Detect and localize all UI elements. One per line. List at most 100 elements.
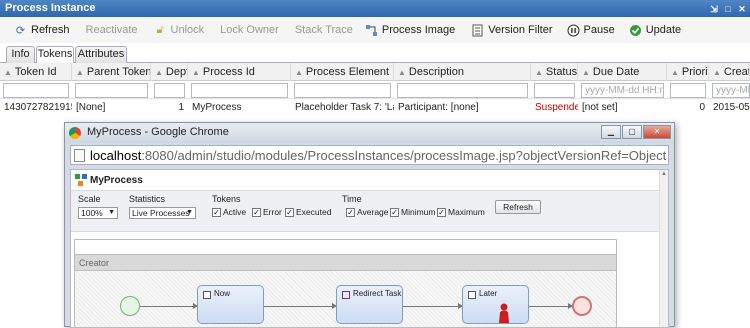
filter-created[interactable]: yyyy-MM-dd xyxy=(712,83,750,98)
filter-process-id[interactable] xyxy=(191,83,288,98)
cell-created: 2015-05-0 xyxy=(713,102,750,113)
tab-info[interactable]: Info xyxy=(6,46,35,63)
filter-status[interactable] xyxy=(534,83,575,98)
sort-icon: ▲ xyxy=(155,68,163,77)
tokens-label: Tokens xyxy=(212,194,241,204)
task-redirect[interactable]: Redirect Task xyxy=(336,285,403,324)
table-row[interactable]: 1430727821915 [None] 1 MyProcess Placeho… xyxy=(0,99,750,116)
sort-icon: ▲ xyxy=(582,68,590,77)
sort-icon: ▲ xyxy=(192,68,200,77)
column-header-token-id[interactable]: ▲ Token Id xyxy=(0,63,72,81)
popup-title-bar[interactable]: MyProcess - Google Chrome ▁ ▢ ✕ xyxy=(65,123,674,143)
chrome-icon xyxy=(69,127,81,139)
checkbox-checked-icon: ✓ xyxy=(346,207,355,217)
tab-bar: Info Tokens Attributes xyxy=(0,43,750,64)
cell-status: Suspended xyxy=(535,102,578,113)
filter-description[interactable] xyxy=(397,83,528,98)
redirect-task-icon xyxy=(342,291,350,299)
pause-button[interactable]: Pause xyxy=(561,19,621,41)
column-header-priority[interactable]: ▲Priority xyxy=(667,63,709,81)
checkbox-checked-icon: ✓ xyxy=(390,207,399,217)
filter-priority[interactable] xyxy=(670,83,706,98)
sort-icon: ▲ xyxy=(398,68,406,77)
time-label: Time xyxy=(342,194,362,204)
filter-token-id[interactable] xyxy=(3,83,69,98)
maximize-icon[interactable]: □ xyxy=(724,4,732,13)
checkbox-minimum[interactable]: ✓ Minimum xyxy=(390,207,435,217)
stack-trace-button[interactable]: Stack Trace xyxy=(289,19,359,41)
process-image-button[interactable]: Process Image xyxy=(359,19,461,41)
pin-icon[interactable]: ⇲ xyxy=(710,4,718,13)
checkbox-checked-icon: ✓ xyxy=(252,207,261,217)
filter-process-element[interactable] xyxy=(294,83,391,98)
cell-parent-token-id: [None] xyxy=(76,102,106,113)
start-event[interactable] xyxy=(120,296,140,316)
task-now[interactable]: Now xyxy=(197,285,264,324)
column-header-description[interactable]: ▲ Description xyxy=(394,63,531,81)
update-button[interactable]: Update xyxy=(623,19,687,41)
tab-attributes[interactable]: Attributes xyxy=(75,46,127,63)
sort-icon: ▲ xyxy=(535,68,543,77)
sequence-flow xyxy=(529,303,573,309)
scale-label: Scale xyxy=(78,194,101,204)
cell-priority: 0 xyxy=(699,102,705,113)
process-image-icon xyxy=(365,24,378,37)
sort-asc-icon: ▲ xyxy=(4,68,12,77)
sort-icon: ▲ xyxy=(295,68,303,77)
scale-select[interactable]: 100% ▼ xyxy=(78,207,118,219)
filter-due-date[interactable]: yyyy-MM-dd HH:mm xyxy=(581,83,664,98)
scroll-up-icon[interactable]: ▲ xyxy=(661,171,667,177)
tab-tokens[interactable]: Tokens xyxy=(36,46,74,64)
url-text[interactable]: localhost:8080/admin/studio/modules/Proc… xyxy=(90,147,666,164)
checkbox-average[interactable]: ✓ Average xyxy=(346,207,389,217)
checkbox-executed[interactable]: ✓ Executed xyxy=(285,207,331,217)
close-icon[interactable]: ✕ xyxy=(738,4,746,13)
unlock-button[interactable]: 🔓︎ Unlock xyxy=(148,19,211,41)
panel-title: Process Instance xyxy=(5,2,96,14)
statistics-select[interactable]: Live Processes ▼ xyxy=(129,207,196,219)
column-header-created[interactable]: ▲Created xyxy=(709,63,750,81)
pause-icon xyxy=(567,24,580,37)
close-button[interactable]: ✕ xyxy=(643,125,671,139)
process-diagram: Creator Now Redirect Task Later xyxy=(74,239,617,327)
sequence-flow xyxy=(264,303,337,309)
column-header-status[interactable]: ▲ Status xyxy=(531,63,578,81)
unlock-icon: 🔓︎ xyxy=(156,23,164,36)
document-icon xyxy=(471,24,484,37)
lock-owner-button[interactable]: Lock Owner xyxy=(214,19,285,41)
checkbox-maximum[interactable]: ✓ Maximum xyxy=(437,207,485,217)
filter-depth[interactable] xyxy=(154,83,185,98)
version-filter-button[interactable]: Version Filter xyxy=(465,19,558,41)
maximize-button[interactable]: ▢ xyxy=(622,125,642,139)
refresh-button[interactable]: ⟳ Refresh xyxy=(8,19,76,41)
popup-content: MyProcess Scale 100% ▼ Statistics Live Pr… xyxy=(70,169,669,328)
column-header-process-element[interactable]: ▲ Process Element xyxy=(291,63,394,81)
checkbox-error[interactable]: ✓ Error xyxy=(252,207,282,217)
controls-bar: Scale 100% ▼ Statistics Live Processes ▼ T… xyxy=(71,190,661,232)
chevron-down-icon: ▼ xyxy=(186,209,193,216)
chevron-down-icon: ▼ xyxy=(108,209,115,216)
task-checkbox-icon xyxy=(203,291,211,299)
sequence-flow xyxy=(403,303,463,309)
filter-parent-token-id[interactable] xyxy=(75,83,148,98)
sort-icon: ▲ xyxy=(713,68,721,77)
cell-depth: 1 xyxy=(178,102,184,113)
sort-icon: ▲ xyxy=(671,68,679,77)
chrome-popup-window[interactable]: MyProcess - Google Chrome ▁ ▢ ✕ localhos… xyxy=(64,122,675,328)
column-header-parent-token-id[interactable]: ▲Parent Token Id xyxy=(72,63,151,81)
minimize-button[interactable]: ▁ xyxy=(601,125,621,139)
grid-header: ▲Token Id ▲Parent Token Id ▲Depth ▲Proce… xyxy=(0,63,750,81)
diagram-refresh-button[interactable]: Refresh xyxy=(495,200,541,214)
statistics-label: Statistics xyxy=(129,194,166,204)
cell-process-id: MyProcess xyxy=(192,102,242,113)
end-event[interactable] xyxy=(572,296,592,316)
task-later[interactable]: Later xyxy=(462,285,529,324)
reactivate-button[interactable]: Reactivate xyxy=(80,19,144,41)
column-header-due-date[interactable]: ▲ Due Date xyxy=(578,63,667,81)
token-person-icon xyxy=(499,303,509,323)
column-header-process-id[interactable]: ▲ Process Id xyxy=(188,63,291,81)
vertical-scrollbar[interactable]: ▲ xyxy=(659,170,668,327)
address-bar[interactable]: localhost:8080/admin/studio/modules/Proc… xyxy=(70,145,669,165)
column-header-depth[interactable]: ▲Depth xyxy=(151,63,188,81)
checkbox-active[interactable]: ✓ Active xyxy=(212,207,246,217)
